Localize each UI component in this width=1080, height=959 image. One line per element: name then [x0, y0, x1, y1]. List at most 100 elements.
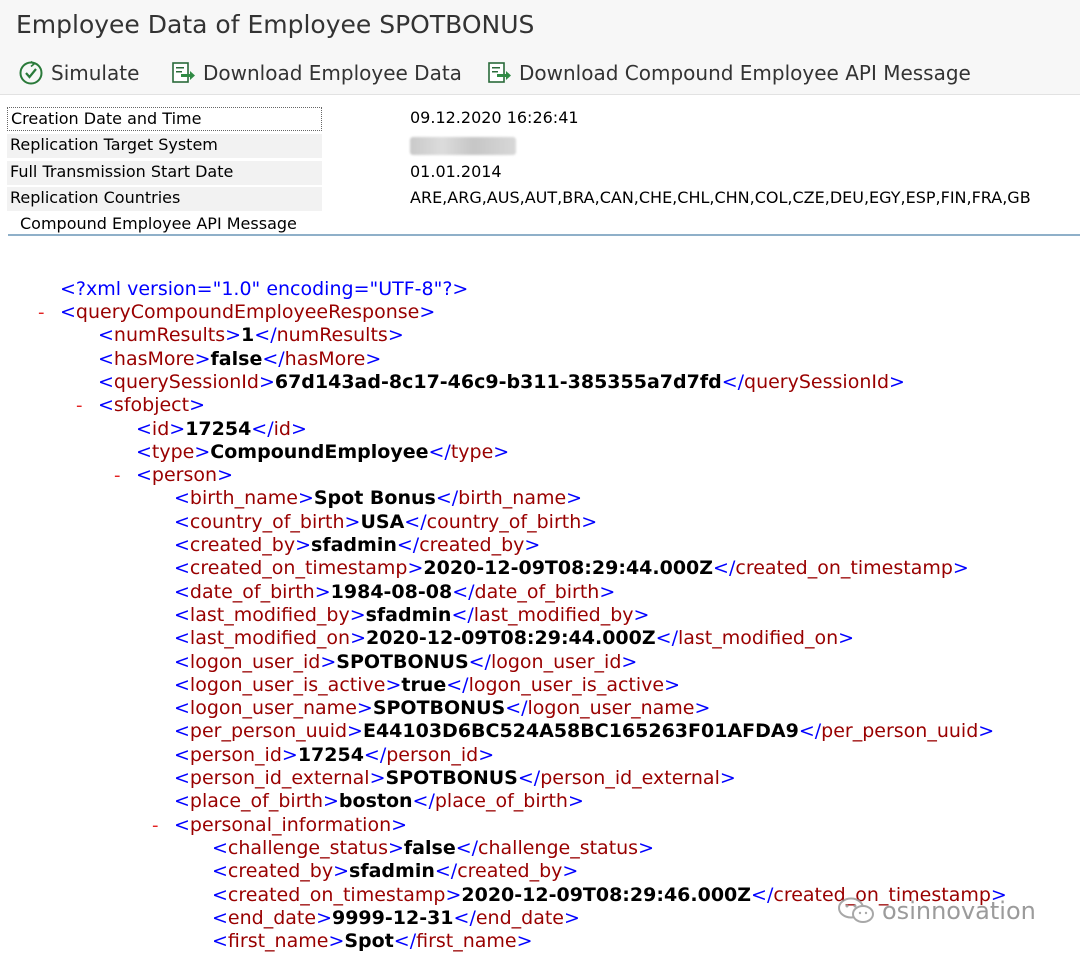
xml-tag-close: date_of_birth — [474, 580, 600, 603]
xml-bracket: < — [174, 557, 190, 580]
xml-bracket: < — [98, 370, 114, 393]
xml-value: 1 — [241, 324, 255, 347]
xml-bracket: </ — [655, 627, 678, 650]
xml-bracket: </ — [251, 417, 274, 440]
xml-tag-open: type — [151, 440, 195, 463]
xml-bracket: < — [174, 627, 190, 650]
collapse-toggle[interactable]: - — [114, 464, 128, 487]
xml-tag-close: type — [450, 440, 494, 463]
xml-bracket: </ — [751, 883, 774, 906]
simulate-button[interactable]: Simulate — [18, 59, 139, 87]
xml-bracket: > — [349, 603, 366, 626]
xml-value: 2020-12-09T08:29:44.000Z — [423, 557, 714, 580]
xml-bracket: > — [295, 534, 312, 556]
xml-bracket: > — [258, 370, 275, 393]
download-api-message-label: Download Compound Employee API Message — [519, 61, 971, 85]
xml-value: E44103D6BC524A58BC165263F01AFDA9 — [362, 720, 799, 743]
xml-tag-open: sfobject — [113, 394, 190, 417]
xml-tag-open: person_id — [189, 743, 282, 766]
xml-bracket: > — [493, 440, 510, 463]
xml-bracket: > — [664, 673, 680, 696]
xml-bracket: </ — [451, 603, 474, 626]
xml-bracket: > — [290, 417, 307, 440]
xml-tag-close: logon_user_name — [527, 697, 695, 720]
xml-bracket: < — [174, 487, 190, 510]
xml-line: <challenge_status>false</challenge_statu… — [212, 837, 654, 860]
xml-declaration: <?xml version="1.0" encoding="UTF-8"?> — [60, 278, 468, 301]
xml-line: <person_id>17254</person_id> — [174, 744, 494, 767]
watermark-text: osinnovation — [882, 897, 1036, 925]
xml-bracket: > — [581, 510, 598, 533]
xml-bracket: > — [952, 557, 969, 580]
xml-bracket: > — [621, 650, 638, 673]
xml-bracket: > — [344, 510, 361, 533]
xml-bracket: </ — [505, 697, 528, 720]
xml-tag-close: challenge_status — [478, 836, 639, 859]
download-icon — [488, 62, 511, 83]
xml-line: <last_modified_by>sfadmin</last_modified… — [174, 604, 649, 627]
xml-tag-open: challenge_status — [227, 836, 388, 859]
xml-line: <end_date>9999-12-31</end_date> — [212, 907, 580, 930]
xml-tag-close: created_by — [457, 860, 563, 883]
collapse-toggle[interactable]: - — [38, 301, 52, 324]
window-title: Employee Data of Employee SPOTBONUS — [16, 10, 535, 39]
xml-bracket: > — [407, 557, 424, 580]
xml-tag-close: person_id_external — [540, 767, 720, 789]
xml-line: <id>17254</id> — [136, 418, 307, 441]
xml-bracket: < — [60, 301, 76, 323]
info-row-creation-date: Creation Date and Time 09.12.2020 16:26:… — [0, 105, 1080, 131]
xml-line: <logon_user_id>SPOTBONUS</logon_user_id> — [174, 651, 637, 674]
xml-bracket: > — [524, 534, 541, 556]
xml-bracket: > — [387, 836, 404, 859]
xml-bracket: > — [314, 580, 331, 603]
xml-bracket: </ — [428, 440, 451, 463]
xml-bracket: > — [694, 697, 711, 720]
xml-tag-close: person_id — [386, 743, 479, 766]
download-employee-data-button[interactable]: Download Employee Data — [170, 59, 462, 87]
xml-tag-open: personal_information — [189, 813, 392, 836]
xml-tag-open: logon_user_id — [189, 650, 321, 673]
xml-bracket: < — [212, 860, 228, 883]
xml-tag-open: date_of_birth — [189, 580, 315, 603]
download-api-message-button[interactable]: Download Compound Employee API Message — [486, 59, 971, 87]
xml-tag-open: per_person_uuid — [189, 720, 348, 743]
xml-tag-close: querySessionId — [744, 370, 890, 393]
xml-bracket: > — [328, 930, 345, 953]
xml-value: 67d143ad-8c17-46c9-b311-385355a7d7fd — [274, 370, 722, 393]
xml-bracket: > — [638, 836, 655, 859]
xml-bracket: > — [599, 580, 616, 603]
xml-value: USA — [360, 510, 405, 533]
xml-value: true — [401, 673, 447, 696]
xml-line: <numResults>1</numResults> — [98, 324, 404, 347]
collapse-toggle[interactable]: - — [152, 814, 166, 837]
xml-bracket: < — [98, 324, 114, 347]
xml-value: SPOTBONUS — [336, 650, 469, 673]
wechat-icon — [838, 897, 874, 923]
xml-bracket: < — [174, 673, 190, 696]
xml-bracket: > — [391, 813, 408, 836]
xml-bracket: > — [320, 650, 337, 673]
xml-bracket: > — [369, 767, 386, 789]
info-value: 09.12.2020 16:26:41 — [410, 108, 579, 127]
xml-line: - <person> — [114, 464, 233, 487]
xml-value: sfadmin — [349, 860, 435, 883]
xml-line: <first_name>Spot</first_name> — [212, 930, 533, 953]
xml-tag-close: numResults — [276, 324, 388, 347]
xml-line: <country_of_birth>USA</country_of_birth> — [174, 511, 597, 534]
xml-tag-open: queryCompoundEmployeeResponse — [75, 301, 420, 323]
xml-bracket: > — [316, 906, 332, 929]
xml-tag-open: country_of_birth — [189, 510, 345, 533]
xml-bracket: > — [169, 417, 186, 440]
collapse-toggle[interactable]: - — [76, 394, 90, 417]
title-bar: Employee Data of Employee SPOTBONUS — [0, 0, 1080, 50]
xml-bracket: > — [516, 930, 533, 953]
xml-line: - <queryCompoundEmployeeResponse> — [38, 301, 435, 324]
xml-line: <created_on_timestamp>2020-12-09T08:29:4… — [174, 557, 969, 580]
xml-bracket: < — [174, 790, 190, 813]
xml-bracket: </ — [254, 324, 277, 347]
xml-bracket: > — [323, 790, 339, 813]
xml-bracket: < — [212, 906, 228, 929]
xml-bracket: </ — [713, 557, 736, 580]
xml-bracket: > — [838, 627, 855, 650]
xml-tag-open: created_by — [227, 860, 334, 883]
